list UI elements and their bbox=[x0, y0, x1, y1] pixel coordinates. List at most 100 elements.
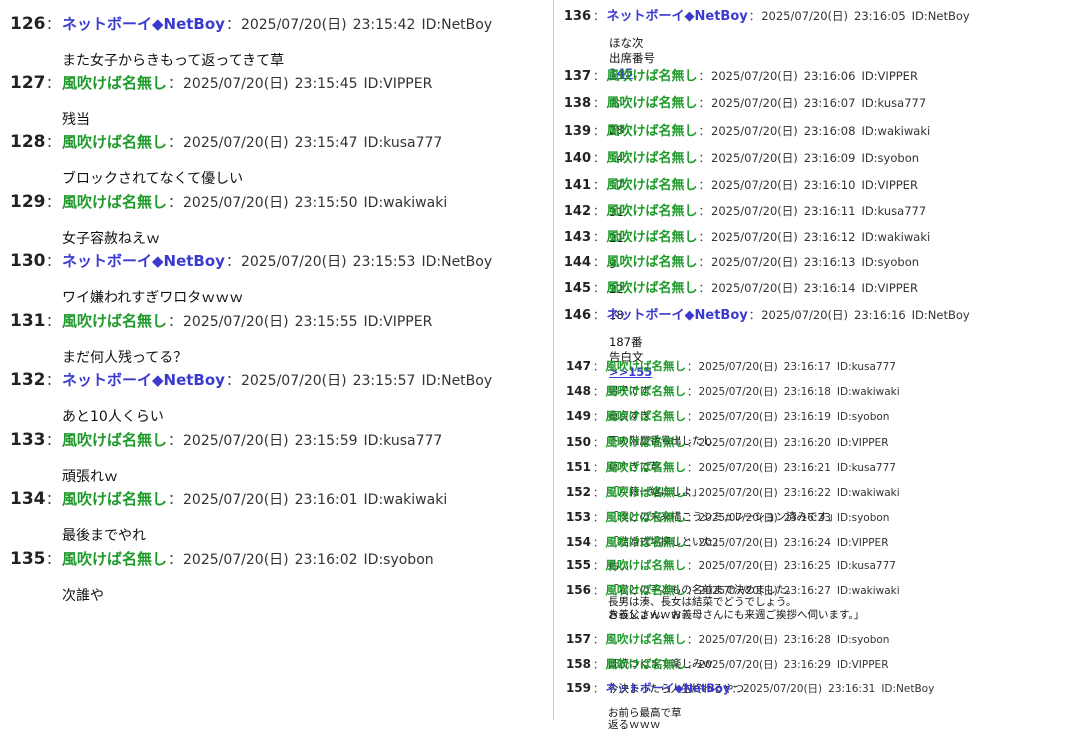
poster-id[interactable]: ID:syobon bbox=[861, 151, 919, 165]
poster-id[interactable]: ID:VIPPER bbox=[364, 76, 433, 92]
post-number[interactable]: 155 bbox=[555, 558, 591, 572]
poster-id[interactable]: ID:kusa777 bbox=[861, 96, 926, 110]
poster-id[interactable]: ID:NetBoy bbox=[881, 683, 934, 695]
post-number[interactable]: 158 bbox=[555, 657, 591, 671]
post-number[interactable]: 129 bbox=[10, 192, 46, 212]
post-number[interactable]: 139 bbox=[555, 124, 591, 139]
post-number[interactable]: 156 bbox=[555, 583, 591, 597]
poster-name[interactable]: ネットボーイ◆NetBoy bbox=[62, 369, 225, 390]
poster-name[interactable]: 風吹けば名無し bbox=[62, 191, 167, 212]
poster-name[interactable]: 風吹けば名無し bbox=[606, 358, 687, 374]
poster-id[interactable]: ID:syobon bbox=[861, 255, 919, 269]
post-number[interactable]: 130 bbox=[10, 251, 46, 271]
post-number[interactable]: 147 bbox=[555, 359, 591, 373]
poster-id[interactable]: ID:kusa777 bbox=[861, 204, 926, 218]
poster-id[interactable]: ID:kusa777 bbox=[364, 135, 443, 151]
post-number[interactable]: 150 bbox=[555, 435, 591, 449]
poster-name[interactable]: 風吹けば名無し bbox=[606, 408, 687, 424]
poster-id[interactable]: ID:wakiwaki bbox=[837, 386, 900, 398]
poster-name[interactable]: ネットボーイ◆NetBoy bbox=[62, 250, 225, 271]
poster-name[interactable]: 風吹けば名無し bbox=[62, 429, 167, 450]
post-number[interactable]: 133 bbox=[10, 430, 46, 450]
post-number[interactable]: 159 bbox=[555, 681, 591, 695]
poster-name[interactable]: 風吹けば名無し bbox=[607, 92, 698, 111]
post-number[interactable]: 140 bbox=[555, 151, 591, 166]
poster-id[interactable]: ID:VIPPER bbox=[837, 437, 889, 449]
poster-id[interactable]: ID:syobon bbox=[837, 411, 890, 423]
post-number[interactable]: 157 bbox=[555, 632, 591, 646]
poster-id[interactable]: ID:syobon bbox=[364, 552, 434, 568]
poster-name[interactable]: 風吹けば名無し bbox=[606, 383, 687, 399]
post-number[interactable]: 149 bbox=[555, 409, 591, 423]
poster-name[interactable]: 風吹けば名無し bbox=[607, 120, 698, 139]
post-number[interactable]: 132 bbox=[10, 370, 46, 390]
poster-id[interactable]: ID:wakiwaki bbox=[364, 195, 448, 211]
poster-id[interactable]: ID:syobon bbox=[837, 512, 890, 524]
poster-name[interactable]: 風吹けば名無し bbox=[606, 534, 687, 550]
poster-id[interactable]: ID:VIPPER bbox=[861, 281, 918, 295]
poster-name[interactable]: 風吹けば名無し bbox=[62, 72, 167, 93]
poster-name[interactable]: 風吹けば名無し bbox=[606, 656, 687, 672]
post-number[interactable]: 128 bbox=[10, 132, 46, 152]
poster-name[interactable]: 風吹けば名無し bbox=[606, 582, 687, 598]
post-number[interactable]: 144 bbox=[555, 255, 591, 270]
post-number[interactable]: 148 bbox=[555, 384, 591, 398]
post-number[interactable]: 151 bbox=[555, 460, 591, 474]
post-number[interactable]: 137 bbox=[555, 69, 591, 84]
post-number[interactable]: 145 bbox=[555, 281, 591, 296]
poster-name[interactable]: 風吹けば名無し bbox=[607, 277, 698, 296]
poster-name[interactable]: 風吹けば名無し bbox=[607, 65, 698, 84]
poster-id[interactable]: ID:VIPPER bbox=[364, 314, 433, 330]
post-number[interactable]: 138 bbox=[555, 96, 591, 111]
post-number[interactable]: 134 bbox=[10, 489, 46, 509]
poster-name[interactable]: 風吹けば名無し bbox=[606, 557, 687, 573]
poster-id[interactable]: ID:NetBoy bbox=[421, 373, 492, 389]
poster-name[interactable]: 風吹けば名無し bbox=[606, 484, 687, 500]
poster-name[interactable]: ネットボーイ◆NetBoy bbox=[606, 680, 731, 696]
post-number[interactable]: 135 bbox=[10, 549, 46, 569]
poster-id[interactable]: ID:wakiwaki bbox=[837, 585, 900, 597]
poster-id[interactable]: ID:wakiwaki bbox=[861, 230, 930, 244]
poster-name[interactable]: 風吹けば名無し bbox=[62, 131, 167, 152]
post-number[interactable]: 154 bbox=[555, 535, 591, 549]
poster-id[interactable]: ID:VIPPER bbox=[837, 537, 889, 549]
poster-name[interactable]: ネットボーイ◆NetBoy bbox=[62, 13, 225, 34]
poster-id[interactable]: ID:kusa777 bbox=[837, 560, 896, 572]
post-number[interactable]: 126 bbox=[10, 14, 46, 34]
poster-name[interactable]: 風吹けば名無し bbox=[607, 251, 698, 270]
poster-name[interactable]: 風吹けば名無し bbox=[607, 200, 698, 219]
post-number[interactable]: 153 bbox=[555, 510, 591, 524]
poster-id[interactable]: ID:wakiwaki bbox=[861, 124, 930, 138]
poster-name[interactable]: 風吹けば名無し bbox=[606, 509, 687, 525]
poster-name[interactable]: 風吹けば名無し bbox=[607, 226, 698, 245]
poster-id[interactable]: ID:wakiwaki bbox=[364, 492, 448, 508]
poster-name[interactable]: 風吹けば名無し bbox=[62, 488, 167, 509]
poster-id[interactable]: ID:kusa777 bbox=[364, 433, 443, 449]
post-number[interactable]: 143 bbox=[555, 230, 591, 245]
poster-id[interactable]: ID:kusa777 bbox=[837, 462, 896, 474]
post-number[interactable]: 152 bbox=[555, 485, 591, 499]
poster-name[interactable]: 風吹けば名無し bbox=[606, 459, 687, 475]
poster-name[interactable]: 風吹けば名無し bbox=[62, 548, 167, 569]
poster-name[interactable]: 風吹けば名無し bbox=[606, 434, 687, 450]
poster-name[interactable]: 風吹けば名無し bbox=[606, 631, 687, 647]
poster-name[interactable]: 風吹けば名無し bbox=[607, 174, 698, 193]
poster-id[interactable]: ID:NetBoy bbox=[912, 308, 970, 322]
poster-id[interactable]: ID:VIPPER bbox=[837, 659, 889, 671]
post-number[interactable]: 142 bbox=[555, 204, 591, 219]
poster-id[interactable]: ID:NetBoy bbox=[421, 254, 492, 270]
poster-id[interactable]: ID:NetBoy bbox=[912, 9, 970, 23]
post-number[interactable]: 146 bbox=[555, 308, 591, 323]
poster-name[interactable]: ネットボーイ◆NetBoy bbox=[607, 5, 748, 24]
poster-id[interactable]: ID:NetBoy bbox=[421, 17, 492, 33]
post-number[interactable]: 141 bbox=[555, 178, 591, 193]
poster-id[interactable]: ID:VIPPER bbox=[861, 178, 918, 192]
poster-name[interactable]: 風吹けば名無し bbox=[62, 310, 167, 331]
poster-id[interactable]: ID:wakiwaki bbox=[837, 487, 900, 499]
poster-id[interactable]: ID:VIPPER bbox=[861, 69, 918, 83]
post-number[interactable]: 127 bbox=[10, 73, 46, 93]
poster-name[interactable]: 風吹けば名無し bbox=[607, 147, 698, 166]
poster-id[interactable]: ID:syobon bbox=[837, 634, 890, 646]
post-number[interactable]: 136 bbox=[555, 9, 591, 24]
post-number[interactable]: 131 bbox=[10, 311, 46, 331]
